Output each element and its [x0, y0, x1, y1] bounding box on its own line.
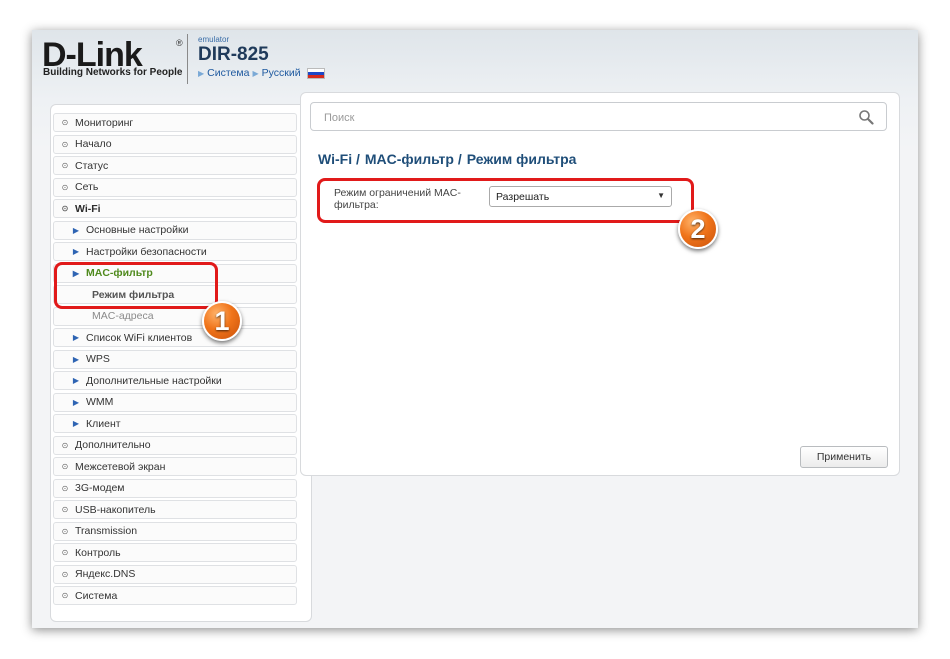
sidebar-item-label: 3G-модем	[75, 482, 125, 494]
sidebar-item-label: Дополнительно	[75, 439, 151, 451]
sidebar-item-label: Настройки безопасности	[86, 245, 207, 258]
expand-circle-icon: ⊙	[61, 440, 69, 450]
expand-circle-icon: ⊙	[61, 182, 69, 192]
sidebar-item-start[interactable]: ⊙ Начало	[53, 134, 297, 154]
sidebar-item-label: Основные настройки	[86, 224, 189, 236]
expand-circle-icon: ⊙	[61, 161, 69, 170]
expand-circle-icon: ⊙	[61, 526, 69, 536]
sidebar-item-label: Сеть	[75, 181, 99, 193]
sidebar-item-basic-settings[interactable]: ▶ Основные настройки	[53, 220, 297, 240]
highlight-filter-mode-field	[317, 178, 694, 223]
breadcrumb-wifi: Wi-Fi /	[318, 151, 360, 167]
system-link[interactable]: Система	[207, 67, 249, 79]
sidebar-item-label: WPS	[86, 353, 110, 365]
step-badge-1: 1	[202, 301, 242, 341]
expand-circle-icon: ⊙	[61, 139, 69, 149]
chevron-right-icon: ▶	[72, 333, 80, 342]
sidebar-item-label: Статус	[75, 159, 109, 172]
logo-tagline: Building Networks for People	[43, 67, 183, 78]
sidebar-item-label: Transmission	[75, 525, 138, 537]
chevron-right-icon: ▶	[72, 419, 80, 428]
search-box	[310, 102, 887, 131]
sidebar-item-control[interactable]: ⊙ Контроль	[53, 543, 297, 562]
page-title: Wi-Fi / MAC-фильтр / Режим фильтра	[318, 151, 576, 167]
sidebar-item-network[interactable]: ⊙ Сеть	[53, 177, 297, 197]
router-page: D-Link ® Building Networks for People em…	[32, 30, 918, 628]
expand-circle-icon: ⊙	[61, 591, 69, 600]
russian-flag-icon[interactable]	[306, 67, 325, 79]
sidebar-item-label: Начало	[75, 138, 112, 150]
sidebar-item-label: MAC-адреса	[92, 310, 154, 322]
sidebar-item-label: Межсетевой экран	[75, 460, 166, 473]
chevron-right-icon: ▶	[72, 397, 80, 407]
collapse-circle-icon: ⊙	[61, 204, 69, 213]
sidebar-item-label: Клиент	[86, 417, 121, 430]
sidebar-item-label: Мониторинг	[75, 116, 134, 129]
expand-circle-icon: ⊙	[61, 483, 69, 493]
sidebar-item-wps[interactable]: ▶ WPS	[53, 349, 297, 369]
sidebar-item-label: Яндекс.DNS	[75, 568, 136, 580]
sidebar: ⊙ Мониторинг ⊙ Начало ⊙ Статус ⊙ Сеть ⊙ Wi-Fi…	[50, 104, 312, 622]
expand-circle-icon: ⊙	[61, 569, 69, 579]
search-input[interactable]	[322, 109, 846, 127]
sidebar-item-wmm[interactable]: ▶ WMM	[53, 392, 297, 412]
triangle-icon: ▶	[198, 68, 205, 78]
language-link[interactable]: Русский	[262, 67, 301, 79]
sidebar-item-wifi[interactable]: ⊙ Wi-Fi	[53, 199, 297, 218]
sidebar-item-label: Список WiFi клиентов	[86, 331, 193, 344]
expand-circle-icon: ⊙	[61, 548, 69, 557]
apply-button[interactable]: Применить	[800, 446, 888, 468]
sidebar-item-label: Контроль	[75, 546, 121, 559]
expand-circle-icon: ⊙	[61, 462, 69, 471]
sidebar-item-wifi-clients[interactable]: ▶ Список WiFi клиентов	[53, 328, 297, 347]
chevron-right-icon: ▶	[72, 376, 80, 385]
sidebar-item-label: USB-накопитель	[75, 503, 156, 516]
sidebar-menu: ⊙ Мониторинг ⊙ Начало ⊙ Статус ⊙ Сеть ⊙ Wi-Fi…	[53, 113, 297, 608]
chevron-right-icon: ▶	[72, 247, 80, 256]
sidebar-item-status[interactable]: ⊙ Статус	[53, 156, 297, 175]
sidebar-item-system[interactable]: ⊙ Система	[53, 586, 297, 605]
header-divider	[187, 34, 188, 84]
sidebar-item-additional[interactable]: ⊙ Дополнительно	[53, 435, 297, 455]
sidebar-item-label: WMM	[86, 396, 114, 408]
highlight-mac-filter	[54, 262, 218, 309]
sidebar-item-advanced-settings[interactable]: ▶ Дополнительные настройки	[53, 371, 297, 390]
sidebar-item-3g-modem[interactable]: ⊙ 3G-модем	[53, 478, 297, 498]
sidebar-item-monitoring[interactable]: ⊙ Мониторинг	[53, 113, 297, 132]
model-name: DIR-825	[198, 44, 269, 65]
search-icon[interactable]	[858, 109, 874, 125]
sidebar-item-label: Система	[75, 589, 118, 602]
step-badge-2: 2	[678, 209, 718, 249]
sidebar-item-client[interactable]: ▶ Клиент	[53, 414, 297, 433]
sidebar-item-transmission[interactable]: ⊙ Transmission	[53, 521, 297, 541]
expand-circle-icon: ⊙	[61, 118, 69, 127]
sidebar-item-security-settings[interactable]: ▶ Настройки безопасности	[53, 242, 297, 261]
header-links: ▶ Система ▶ Русский	[198, 67, 325, 79]
main-panel: Wi-Fi / MAC-фильтр / Режим фильтра Режим…	[300, 92, 900, 476]
sidebar-item-label: Дополнительные настройки	[86, 374, 222, 387]
sidebar-item-label: Wi-Fi	[75, 202, 101, 215]
sidebar-item-usb-storage[interactable]: ⊙ USB-накопитель	[53, 500, 297, 519]
breadcrumb-filter-mode: Режим фильтра	[466, 151, 577, 167]
sidebar-item-firewall[interactable]: ⊙ Межсетевой экран	[53, 457, 297, 476]
chevron-right-icon: ▶	[72, 225, 80, 235]
sidebar-item-mac-addresses[interactable]: MAC-адреса	[53, 306, 297, 326]
registered-mark: ®	[176, 38, 183, 48]
expand-circle-icon: ⊙	[61, 505, 69, 514]
emulator-label: emulator	[198, 35, 230, 44]
triangle-icon: ▶	[252, 68, 259, 78]
sidebar-item-yandex-dns[interactable]: ⊙ Яндекс.DNS	[53, 564, 297, 584]
breadcrumb-mac-filter: MAC-фильтр /	[364, 151, 462, 167]
chevron-right-icon: ▶	[72, 354, 80, 364]
